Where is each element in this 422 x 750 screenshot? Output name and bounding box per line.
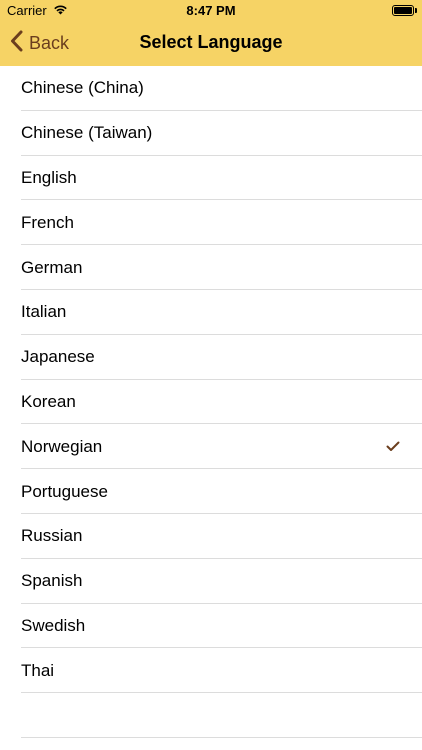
language-label: Portuguese [21, 481, 108, 501]
status-time: 8:47 PM [186, 3, 236, 18]
language-label: Thai [21, 660, 55, 680]
language-row[interactable]: Portuguese [0, 469, 422, 514]
language-row[interactable]: Thai [0, 648, 422, 693]
language-label: French [21, 212, 74, 232]
language-label: Japanese [21, 347, 95, 367]
language-row[interactable]: Spanish [0, 559, 422, 604]
page-title: Select Language [139, 32, 283, 52]
status-bar: Carrier 8:47 PM [0, 0, 422, 22]
language-list: Chinese (China) Chinese (Taiwan) English Fr… [0, 66, 422, 739]
language-row[interactable]: Japanese [0, 335, 422, 380]
language-row[interactable]: Russian [0, 514, 422, 559]
language-label: Chinese (China) [21, 78, 144, 98]
language-label: English [21, 167, 77, 187]
language-row[interactable]: Chinese (China) [0, 66, 422, 111]
language-row[interactable]: Italian [0, 290, 422, 335]
language-row[interactable]: Chinese (Taiwan) [0, 111, 422, 156]
language-label: German [21, 257, 83, 277]
language-label: Spanish [21, 571, 83, 591]
language-label: Chinese (Taiwan) [21, 123, 153, 143]
language-row[interactable]: English [0, 156, 422, 201]
language-row[interactable]: Norwegian [0, 424, 422, 469]
language-label: Norwegian [21, 436, 103, 456]
navigation-bar: Carrier 8:47 PM Back Select Language [0, 0, 422, 66]
battery-nub [415, 8, 417, 13]
language-label: Russian [21, 526, 83, 546]
battery-icon [392, 5, 414, 16]
language-label: Korean [21, 391, 76, 411]
checkmark-icon [386, 440, 400, 454]
language-row[interactable]: German [0, 245, 422, 290]
empty-row [0, 693, 422, 739]
language-row[interactable]: Swedish [0, 604, 422, 649]
language-label: Swedish [21, 615, 86, 635]
language-row[interactable]: French [0, 200, 422, 245]
language-row[interactable]: Korean [0, 380, 422, 425]
language-label: Italian [21, 302, 67, 322]
